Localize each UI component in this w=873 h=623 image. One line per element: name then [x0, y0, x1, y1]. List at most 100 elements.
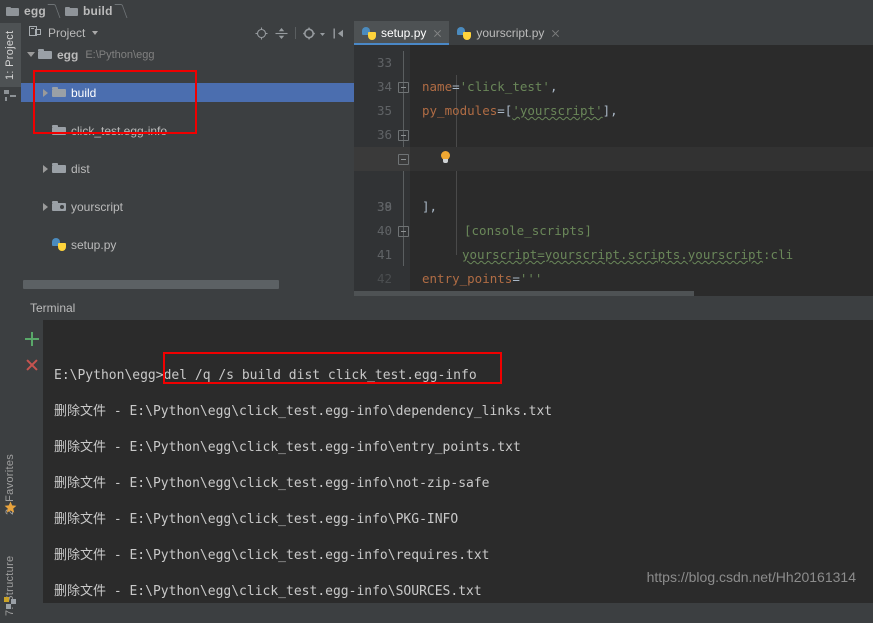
code-line-39: 39 [console_scripts]	[354, 171, 873, 238]
code-fold-toggle[interactable]	[398, 130, 409, 141]
folder-icon	[52, 163, 66, 174]
chevron-right-icon[interactable]	[41, 202, 50, 211]
breadcrumb-label: build	[82, 3, 113, 18]
tree-label: yourscript	[71, 199, 124, 214]
breadcrumb-separator-icon	[117, 0, 126, 21]
folder-icon	[52, 87, 66, 98]
tree-row-egg[interactable]: egg E:\Python\egg	[21, 45, 354, 64]
code-line-36: 36 'Click',	[354, 99, 873, 166]
close-icon[interactable]	[551, 29, 560, 38]
breadcrumb-label: egg	[24, 3, 46, 18]
breadcrumb: egg build	[0, 0, 873, 22]
sidebar-item-project[interactable]: 1: Project	[0, 23, 21, 87]
chevron-down-icon[interactable]	[319, 27, 326, 40]
tree-label: setup.py	[71, 237, 117, 252]
tree-label: dist	[71, 161, 90, 176]
code-fold-toggle[interactable]	[398, 154, 409, 165]
tab-label: setup.py	[381, 26, 427, 40]
hide-panel-icon[interactable]	[333, 27, 346, 40]
code-fold-toggle[interactable]	[398, 226, 409, 237]
sidebar-item-favorites[interactable]: 2: Favorites	[0, 441, 21, 527]
code-line-34: 34 py_modules=['yourscript'],	[354, 51, 873, 118]
scrollbar-thumb[interactable]	[23, 280, 279, 289]
chevron-down-icon[interactable]	[92, 31, 99, 35]
close-session-icon[interactable]	[25, 358, 39, 372]
terminal-line: 删除文件 - E:\Python\egg\click_test.egg-info…	[54, 440, 521, 455]
project-panel-header: Project	[21, 21, 354, 46]
terminal-header: Terminal	[21, 296, 873, 321]
ide-window: egg build 1: Project 2: Favorites 7: Str…	[0, 0, 873, 616]
folder-icon	[38, 49, 52, 60]
modules-icon[interactable]	[4, 597, 17, 610]
code-line-41: 41 ''',	[354, 219, 873, 262]
code-line-40: 40 yourscript=yourscript.scripts.yourscr…	[354, 195, 873, 262]
editor-tabbar: setup.py yourscript.py	[354, 21, 873, 45]
locate-target-icon[interactable]	[255, 27, 268, 40]
terminal-line: 删除文件 - E:\Python\egg\click_test.egg-info…	[54, 476, 490, 491]
project-view-icon	[29, 25, 42, 41]
breadcrumb-separator-icon	[50, 0, 59, 21]
tab-setup-py[interactable]: setup.py	[354, 21, 450, 45]
terminal-line: 删除文件 - E:\Python\egg\click_test.egg-info…	[54, 584, 482, 599]
terminal-panel: Terminal E:\Python\egg>del /q /s build d…	[21, 296, 873, 603]
breadcrumb-item-egg[interactable]: egg	[0, 0, 50, 21]
source-folder-icon	[52, 201, 66, 212]
chevron-down-icon[interactable]	[27, 50, 36, 59]
structure-tool-icon[interactable]	[4, 89, 17, 102]
terminal-line: 删除文件 - E:\Python\egg\click_test.egg-info…	[54, 404, 553, 419]
terminal-line: 删除文件 - E:\Python\egg\click_test.egg-info…	[54, 512, 459, 527]
line-number: 42	[376, 271, 392, 286]
project-horizontal-scrollbar[interactable]	[21, 279, 354, 290]
code-fold-toggle[interactable]	[398, 82, 409, 93]
project-panel: Project egg E:\Python\egg build click_te…	[21, 21, 355, 296]
chevron-right-icon[interactable]	[41, 88, 50, 97]
folder-icon	[64, 6, 78, 16]
code-editor[interactable]: 33 name='click_test', 34 py_modules=['yo…	[354, 45, 873, 291]
lightbulb-icon[interactable]	[440, 151, 451, 164]
tab-yourscript-py[interactable]: yourscript.py	[449, 21, 567, 45]
tree-row-yourscript[interactable]: yourscript	[21, 197, 354, 216]
project-tree[interactable]: egg E:\Python\egg build click_test.egg-i…	[21, 45, 354, 272]
terminal-title: Terminal	[30, 301, 76, 315]
tree-row-dist[interactable]: dist	[21, 159, 354, 178]
gear-icon[interactable]	[303, 27, 316, 40]
star-icon[interactable]	[4, 501, 17, 514]
close-icon[interactable]	[433, 29, 442, 38]
chevron-right-icon[interactable]	[41, 164, 50, 173]
terminal-line: E:\Python\egg>del /q /s build dist click…	[54, 368, 477, 383]
tree-row-setup-py[interactable]: setup.py	[21, 235, 354, 254]
tree-label: click_test.egg-info	[71, 123, 168, 138]
left-tool-strip: 1: Project 2: Favorites 7: Structure	[0, 21, 22, 616]
toolbar-divider	[295, 27, 296, 39]
project-panel-label: Project	[48, 26, 86, 40]
code-text: entry_points='''	[422, 271, 543, 286]
project-panel-title[interactable]: Project	[21, 25, 99, 41]
collapse-all-icon[interactable]	[275, 27, 288, 40]
editor-area: setup.py yourscript.py 33 name='click_te…	[354, 21, 873, 296]
folder-icon	[6, 6, 19, 16]
plus-icon[interactable]	[25, 332, 39, 346]
code-line-42: 42 )	[354, 243, 873, 286]
tree-row-build[interactable]: build	[21, 83, 354, 102]
code-line-38: 38 entry_points='''	[354, 147, 873, 286]
terminal-line: 删除文件 - E:\Python\egg\click_test.egg-info…	[54, 548, 490, 563]
python-file-icon	[362, 26, 376, 40]
sidebar-item-structure[interactable]: 7: Structure	[0, 549, 21, 623]
tree-path: E:\Python\egg	[85, 48, 155, 61]
watermark: https://blog.csdn.net/Hh20161314	[646, 569, 856, 585]
code-line-35: 35 install_requires=[	[354, 75, 873, 166]
tree-label: build	[71, 85, 97, 100]
folder-icon	[52, 125, 66, 136]
tree-row-click-test-egg-info[interactable]: click_test.egg-info	[21, 121, 354, 140]
terminal-output[interactable]: E:\Python\egg>del /q /s build dist click…	[43, 320, 873, 603]
tab-label: yourscript.py	[476, 26, 545, 40]
code-line-37: 37 ],	[354, 123, 873, 214]
python-file-icon	[52, 238, 66, 251]
terminal-gutter	[21, 320, 43, 603]
project-panel-toolbar	[255, 27, 354, 40]
tree-label: egg	[57, 47, 79, 62]
python-file-icon	[457, 26, 472, 40]
breadcrumb-item-build[interactable]: build	[59, 0, 117, 21]
